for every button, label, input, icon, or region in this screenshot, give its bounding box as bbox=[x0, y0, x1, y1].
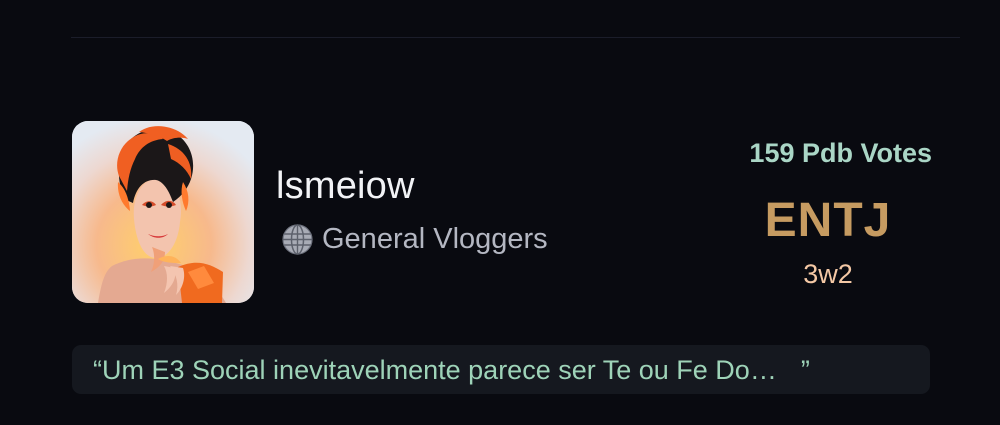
profile-name: lsmeiow bbox=[276, 165, 415, 207]
category-link[interactable]: General Vloggers bbox=[281, 222, 548, 256]
profile-page: lsmeiow General Vloggers 159 Pdb Votes E… bbox=[0, 0, 1000, 425]
profile-avatar[interactable] bbox=[72, 121, 254, 303]
personality-type[interactable]: ENTJ bbox=[730, 193, 926, 249]
top-divider bbox=[71, 37, 960, 38]
enneagram-type[interactable]: 3w2 bbox=[730, 257, 926, 291]
profile-avatar-image bbox=[72, 121, 254, 303]
quote-close-mark: ” bbox=[800, 354, 810, 385]
quote-open-mark: “ bbox=[93, 354, 102, 385]
quote-box[interactable]: “ Um E3 Social inevitavelmente parece se… bbox=[72, 345, 930, 394]
globe-icon bbox=[281, 223, 314, 256]
votes-count[interactable]: 159 Pdb Votes bbox=[749, 137, 932, 169]
quote-text: Um E3 Social inevitavelmente parece ser … bbox=[102, 354, 777, 385]
category-label: General Vloggers bbox=[322, 223, 548, 255]
